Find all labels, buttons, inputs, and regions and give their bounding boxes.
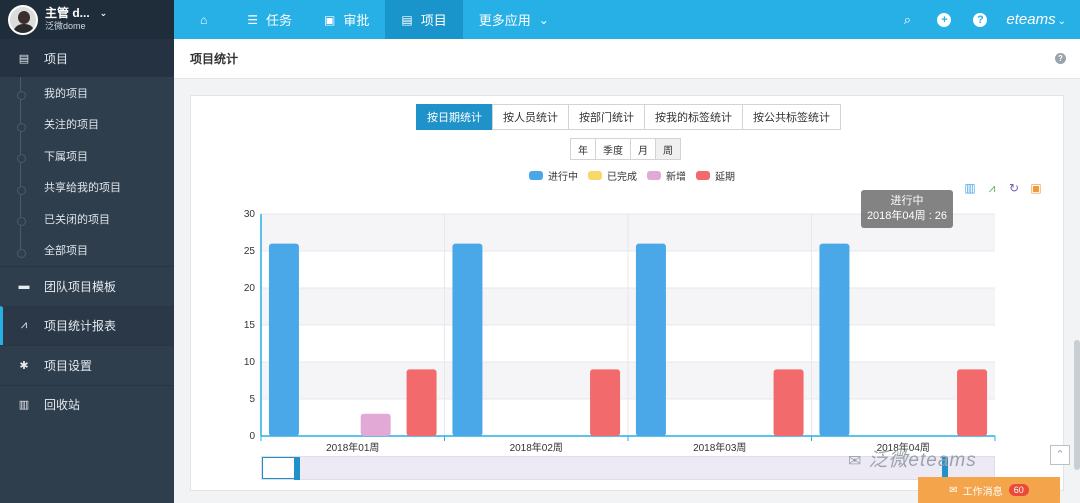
sidebar-item-label: 下属项目 [44, 150, 88, 163]
approve-icon: ▣ [324, 12, 336, 27]
scroll-top-button[interactable]: ⌃ [1050, 445, 1070, 465]
bar-3-0 [406, 369, 437, 436]
x-tick-label: 2018年01周 [326, 441, 379, 454]
main-nav: ⌂ ☰ 任务 ▣ 审批 ▤ 项目 更多应用 ⌄ [184, 0, 565, 39]
sidebar-item-reports[interactable]: ⩘ 项目统计报表 [0, 305, 174, 345]
nav-tasks[interactable]: ☰ 任务 [231, 0, 308, 39]
sidebar-item-label: 关注的项目 [44, 119, 99, 132]
bar-0-0 [268, 243, 299, 436]
sidebar-item-label: 已关闭的项目 [44, 213, 110, 226]
search-icon[interactable]: ⌕ [899, 12, 915, 28]
page-scrollbar[interactable] [1074, 340, 1080, 470]
tooltip-series: 进行中 [890, 195, 924, 207]
sidebar-item-trash[interactable]: ▥ 回收站 [0, 384, 174, 425]
sidebar-subitems: 我的项目 关注的项目 下属项目 共享给我的项目 已关闭的项目 全部项目 [0, 77, 174, 266]
sidebar-item-subordinate[interactable]: 下属项目 [0, 140, 174, 172]
chevron-down-icon: ⌄ [1057, 16, 1066, 27]
sidebar-item-templates[interactable]: ▬ 团队项目模板 [0, 266, 174, 306]
nav-approval-label: 审批 [343, 13, 370, 28]
bar-0-1 [452, 243, 483, 436]
chevron-down-icon: ⌄ [538, 12, 549, 27]
bar-2-0 [360, 413, 391, 436]
y-tick-label: 30 [244, 209, 256, 220]
sidebar-item-all[interactable]: 全部项目 [0, 235, 174, 267]
list-icon: ☰ [247, 12, 259, 27]
bar-0-3 [819, 243, 850, 436]
y-tick-label: 15 [244, 320, 256, 331]
chat-icon: ✉ [949, 484, 958, 496]
sidebar-item-closed[interactable]: 已关闭的项目 [0, 203, 174, 235]
gear-icon: ✱ [19, 359, 29, 372]
chart-line-icon: ⩘ [20, 319, 28, 332]
y-tick-label: 10 [244, 357, 256, 368]
unread-badge: 60 [1008, 484, 1029, 496]
nav-more-label: 更多应用 [478, 13, 531, 28]
bar-3-2 [773, 369, 804, 436]
bar-3-3 [957, 369, 988, 436]
chevron-down-icon[interactable]: ⌄ [100, 7, 108, 20]
nav-projects[interactable]: ▤ 项目 [385, 0, 463, 39]
sidebar-item-label: 团队项目模板 [44, 279, 117, 294]
nav-home[interactable]: ⌂ [184, 0, 231, 39]
sidebar-item-label: 全部项目 [44, 245, 88, 258]
y-tick-label: 25 [244, 246, 256, 257]
chart-card: 按日期统计 按人员统计 按部门统计 按我的标签统计 按公共标签统计 年 季度 月… [190, 95, 1064, 491]
trash-icon: ▥ [18, 399, 30, 412]
user-menu[interactable]: 主管 d... ⌄ 泛微dome [0, 0, 174, 39]
nav-projects-label: 项目 [420, 13, 447, 28]
nav-more-apps[interactable]: 更多应用 ⌄ [463, 0, 565, 39]
sidebar-item-label: 我的项目 [44, 87, 88, 100]
x-tick-label: 2018年02周 [510, 441, 563, 454]
project-icon: ▤ [401, 12, 413, 27]
help-icon[interactable]: ? [973, 12, 988, 27]
template-icon: ▬ [18, 280, 30, 293]
watermark: ✉ 泛微eteams [848, 445, 977, 472]
user-org: 泛微dome [45, 20, 86, 31]
sidebar-item-followed[interactable]: 关注的项目 [0, 109, 174, 141]
wechat-icon: ✉ [848, 453, 863, 470]
y-tick-label: 0 [249, 431, 255, 442]
panel-header: 项目统计 ? [174, 39, 1080, 79]
sidebar-group-label: 项目 [44, 51, 69, 66]
main-content: 项目统计 ? 按日期统计 按人员统计 按部门统计 按我的标签统计 按公共标签统计… [174, 39, 1080, 503]
bar-3-1 [590, 369, 621, 436]
sidebar-item-label: 项目统计报表 [44, 319, 117, 334]
add-icon[interactable]: + [937, 12, 952, 27]
top-bar: 主管 d... ⌄ 泛微dome ⌂ ☰ 任务 ▣ 审批 ▤ 项目 更多应用 ⌄ ⌕ + … [0, 0, 1080, 39]
sidebar: ▤ 项目 我的项目 关注的项目 下属项目 共享给我的项目 已关闭的项目 全部项目 … [0, 39, 174, 503]
page-title: 项目统计 [190, 52, 239, 66]
bar-chart: 0 5 10 15 20 25 30 2018年01周 2018年02周 2018年03周 2018… [244, 209, 996, 454]
sidebar-group-projects[interactable]: ▤ 项目 [0, 39, 174, 77]
y-tick-label: 5 [249, 394, 255, 405]
tooltip-value: 2018年04周 : 26 [866, 210, 948, 222]
project-icon: ▤ [18, 52, 30, 65]
bar-0-2 [635, 243, 666, 436]
sidebar-item-label: 共享给我的项目 [44, 182, 121, 195]
sidebar-item-my-projects[interactable]: 我的项目 [0, 77, 174, 109]
home-icon: ⌂ [200, 12, 208, 27]
y-tick-label: 20 [244, 283, 256, 294]
nav-tasks-label: 任务 [266, 13, 293, 28]
watermark-text: 泛微eteams [868, 450, 977, 471]
chart-tooltip: 进行中 2018年04周 : 26 [861, 190, 953, 228]
sidebar-item-shared[interactable]: 共享给我的项目 [0, 172, 174, 204]
user-name: 主管 d... [45, 5, 90, 20]
nav-approval[interactable]: ▣ 审批 [308, 0, 385, 39]
work-messages-button[interactable]: ✉ 工作消息 60 [918, 477, 1060, 503]
sidebar-item-settings[interactable]: ✱ 项目设置 [0, 345, 174, 385]
sidebar-item-label: 回收站 [44, 398, 81, 413]
x-tick-label: 2018年03周 [693, 441, 746, 454]
help-icon[interactable]: ? [1055, 53, 1066, 64]
avatar[interactable] [8, 4, 38, 35]
zoom-handle-left[interactable] [262, 457, 300, 480]
brand-text: eteams [1006, 11, 1056, 28]
brand-logo[interactable]: eteams ⌄ [1006, 11, 1066, 28]
work-messages-label: 工作消息 [962, 486, 1003, 498]
sidebar-item-label: 项目设置 [44, 358, 93, 373]
